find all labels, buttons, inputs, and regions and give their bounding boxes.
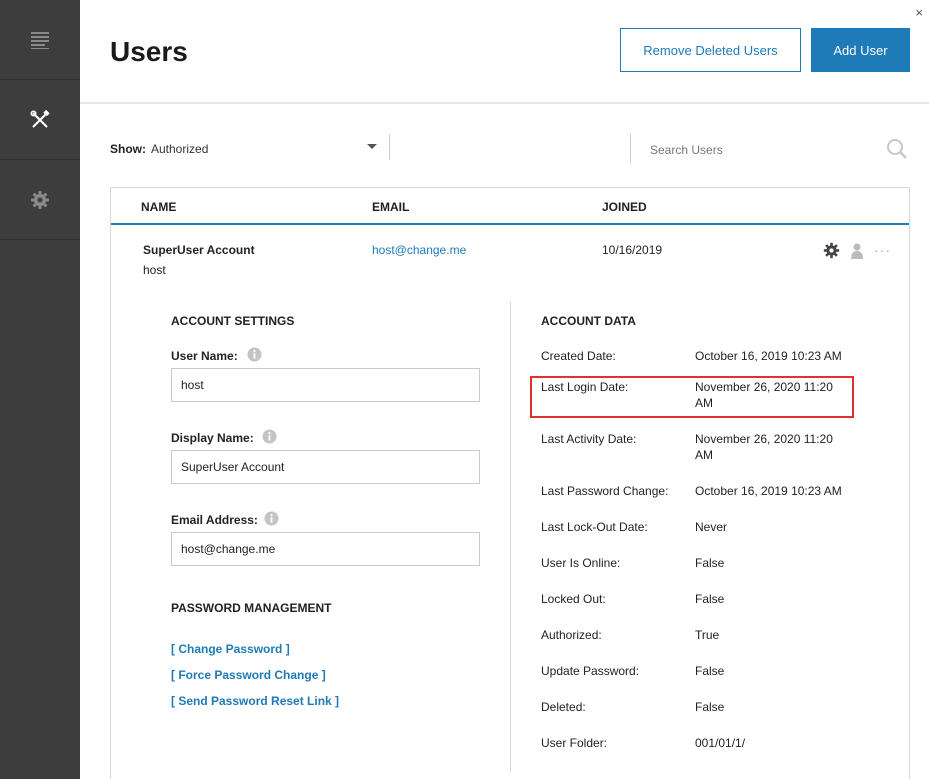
send-password-reset-link[interactable]: [ Send Password Reset Link ] (171, 694, 339, 708)
divider (630, 134, 631, 164)
chevron-down-icon[interactable] (367, 144, 377, 149)
account-data-title: ACCOUNT DATA (541, 314, 636, 328)
sidebar-item-settings[interactable] (0, 160, 80, 240)
divider (389, 134, 390, 160)
document-lines-icon (31, 31, 49, 49)
last-activity-date-label: Last Activity Date: (541, 432, 637, 446)
user-username: host (143, 263, 166, 277)
show-filter-select[interactable]: Authorized (151, 142, 208, 156)
last-password-change-label: Last Password Change: (541, 484, 669, 498)
email-address-field[interactable] (171, 532, 480, 566)
account-settings-title: ACCOUNT SETTINGS (171, 314, 295, 328)
column-header-joined[interactable]: JOINED (602, 200, 647, 214)
last-lockout-date-label: Last Lock-Out Date: (541, 520, 648, 534)
highlight-box (530, 376, 854, 418)
left-sidebar (0, 0, 80, 779)
last-activity-date-value: November 26, 2020 11:20 AM (695, 432, 833, 462)
user-folder-value: 001/01/1/ (695, 736, 746, 750)
column-header-name[interactable]: NAME (141, 200, 176, 214)
user-folder-label: User Folder: (541, 736, 608, 750)
info-icon[interactable] (264, 511, 279, 526)
remove-deleted-users-button[interactable]: Remove Deleted Users (620, 28, 801, 72)
user-joined-date: 10/16/2019 (602, 243, 663, 257)
user-is-online-label: User Is Online: (541, 556, 621, 570)
locked-out-value: False (695, 592, 725, 606)
change-password-link[interactable]: [ Change Password ] (171, 642, 290, 656)
created-date-value: October 16, 2019 10:23 AM (695, 349, 842, 363)
locked-out-label: Locked Out: (541, 592, 606, 606)
display-name-label: Display Name: (171, 431, 254, 445)
username-field[interactable] (171, 368, 480, 402)
update-password-label: Update Password: (541, 664, 640, 678)
last-lockout-date-value: Never (695, 520, 728, 534)
last-password-change-value: October 16, 2019 10:23 AM (695, 484, 842, 498)
search-icon[interactable] (886, 138, 908, 160)
header-divider (80, 102, 929, 104)
add-user-button[interactable]: Add User (811, 28, 910, 72)
user-display-name: SuperUser Account (143, 243, 255, 257)
deleted-value: False (695, 700, 725, 714)
gear-icon[interactable] (823, 242, 840, 259)
username-label: User Name: (171, 349, 238, 363)
created-date-label: Created Date: (541, 349, 616, 363)
deleted-label: Deleted: (541, 700, 586, 714)
display-name-field[interactable] (171, 450, 480, 484)
column-header-email[interactable]: EMAIL (372, 200, 409, 214)
user-email-link[interactable]: host@change.me (372, 243, 466, 257)
info-icon[interactable] (262, 429, 277, 444)
info-icon[interactable] (247, 347, 262, 362)
tools-icon (30, 109, 50, 128)
update-password-value: False (695, 664, 725, 678)
user-is-online-value: False (695, 556, 725, 570)
show-filter-label: Show: (110, 142, 146, 156)
panel-divider (510, 302, 511, 772)
password-management-title: PASSWORD MANAGEMENT (171, 601, 332, 615)
close-icon[interactable]: × (915, 6, 923, 19)
force-password-change-link[interactable]: [ Force Password Change ] (171, 668, 326, 682)
gear-icon (31, 190, 49, 209)
email-address-label: Email Address: (171, 513, 258, 527)
authorized-value: True (695, 628, 720, 642)
more-options-icon[interactable]: ··· (874, 243, 891, 257)
person-icon[interactable] (850, 243, 864, 259)
search-input[interactable] (640, 138, 880, 162)
sidebar-item-content[interactable] (0, 0, 80, 80)
sidebar-item-tools[interactable] (0, 80, 80, 160)
page-title: Users (110, 36, 188, 67)
authorized-label: Authorized: (541, 628, 602, 642)
table-header-underline (111, 223, 909, 225)
